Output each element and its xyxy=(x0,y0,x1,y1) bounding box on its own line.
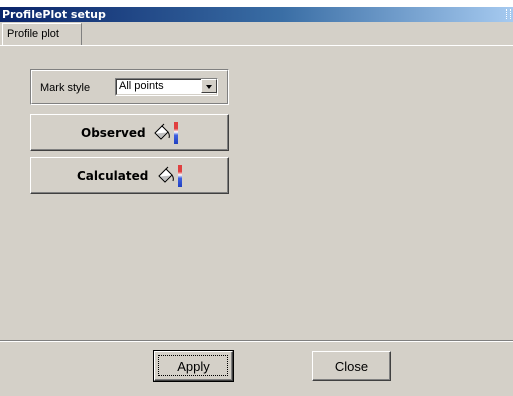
dropdown-button[interactable] xyxy=(201,79,217,93)
mark-style-value: All points xyxy=(119,80,164,92)
window-title: ProfilePlot setup xyxy=(2,8,106,21)
close-label: Close xyxy=(334,359,369,374)
title-bar[interactable]: ProfilePlot setup xyxy=(0,7,513,22)
tab-strip-border xyxy=(0,45,513,46)
mark-style-label: Mark style xyxy=(40,82,91,94)
apply-button[interactable]: Apply xyxy=(153,350,234,382)
close-button[interactable]: Close xyxy=(312,351,391,381)
title-grip-icon xyxy=(506,9,511,19)
mark-style-group: Mark style All points xyxy=(30,69,229,105)
series-color-swatch xyxy=(178,165,182,187)
paint-bucket-icon xyxy=(154,123,170,140)
footer-divider xyxy=(0,340,513,342)
observed-label: Observed xyxy=(81,126,146,140)
apply-label: Apply xyxy=(177,359,210,374)
tab-profile-plot[interactable]: Profile plot xyxy=(2,23,82,45)
focus-indicator xyxy=(158,355,228,376)
observed-button[interactable]: Observed xyxy=(30,114,229,151)
profileplot-setup-window: ProfilePlot setup Profile plot Mark styl… xyxy=(0,7,513,396)
mark-style-dropdown[interactable]: All points xyxy=(115,78,218,96)
paint-bucket-icon xyxy=(158,166,174,183)
tab-label: Profile plot xyxy=(7,28,59,40)
chevron-down-icon xyxy=(206,85,212,89)
series-color-swatch xyxy=(174,122,178,144)
calculated-label: Calculated xyxy=(77,169,149,183)
calculated-button[interactable]: Calculated xyxy=(30,157,229,194)
